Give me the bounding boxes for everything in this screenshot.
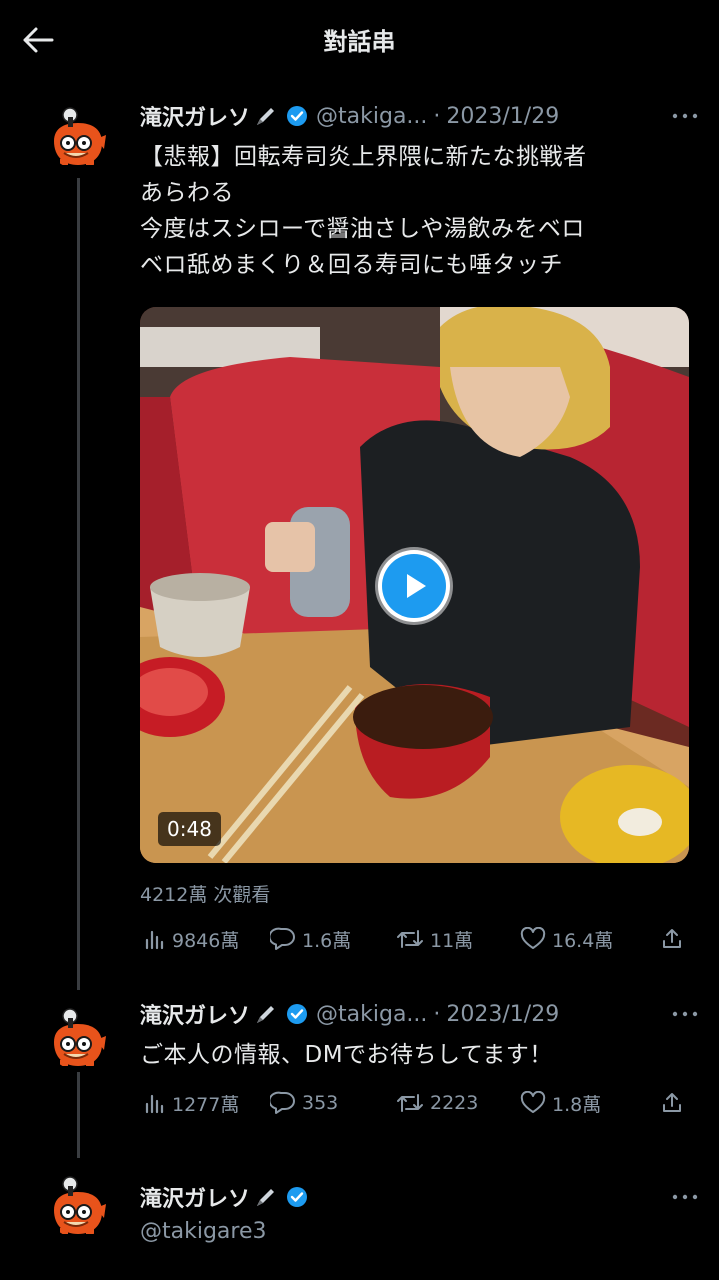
retweet-count: 11萬 [430,929,474,952]
view-count: 4212萬 次觀看 [140,884,271,906]
tweet-header: 滝沢ガレソ @takiga... · 2023/1/29 [140,997,559,1031]
reply-bubble-icon [270,1091,295,1114]
verified-badge-icon [286,1003,308,1025]
thread-connector [77,178,80,990]
pen-icon [254,104,278,128]
retweet-button[interactable]: 2223 [396,1085,478,1121]
avatar[interactable] [46,105,110,169]
avatar[interactable] [46,1174,110,1238]
display-name[interactable]: 滝沢ガレソ [140,100,250,132]
analytics-count: 9846萬 [172,929,240,952]
reply-button[interactable]: 1.6萬 [270,921,351,957]
tweet-header: 滝沢ガレソ @takiga... · 2023/1/29 [140,99,559,133]
reply-bubble-icon [270,927,295,950]
more-dots-icon [672,1011,698,1017]
action-bar: 9846萬 1.6萬 11萬 16.4萬 [140,921,700,957]
share-button[interactable] [660,921,684,957]
separator-dot: · [433,103,441,129]
like-count: 1.8萬 [552,1093,602,1116]
play-icon [382,554,446,618]
handle[interactable]: @takiga... [316,1002,427,1027]
tweet-text-line: 今度はスシローで醤油さしや湯飲みをベロ [140,216,585,242]
tweet-date[interactable]: 2023/1/29 [446,104,559,129]
more-dots-icon [672,1194,698,1200]
share-icon [663,929,681,948]
tweet-text-line: ご本人の情報、DMでお待ちしてます！ [140,1042,553,1068]
separator-dot: · [433,1001,441,1027]
tweet-text: 【悲報】回転寿司炎上界隈に新たな挑戦者 あらわる 今度はスシローで醤油さしや湯飲… [140,139,700,283]
bar-chart-icon [145,1094,164,1114]
video-player[interactable]: 0:48 [140,307,689,863]
verified-badge-icon [286,105,308,127]
more-button[interactable] [668,999,702,1029]
reply-count: 353 [302,1092,339,1114]
heart-icon [520,1091,546,1113]
pen-icon [254,1002,278,1026]
reply-button[interactable]: 353 [270,1085,338,1121]
thread-connector [77,1072,80,1158]
share-icon [663,1093,681,1112]
more-button[interactable] [668,1182,702,1212]
verified-badge-icon [286,1186,308,1208]
reply-count: 1.6萬 [302,929,352,952]
tweet-text-line: あらわる [140,180,234,206]
analytics-count: 1277萬 [172,1093,240,1116]
retweet-button[interactable]: 11萬 [396,921,473,957]
analytics-button[interactable]: 1277萬 [144,1085,239,1121]
like-button[interactable]: 16.4萬 [520,921,613,957]
tweet-text-line: 【悲報】回転寿司炎上界隈に新たな挑戦者 [140,144,587,170]
display-name[interactable]: 滝沢ガレソ [140,998,250,1030]
like-button[interactable]: 1.8萬 [520,1085,601,1121]
more-dots-icon [672,113,698,119]
handle-row: @takigare3 [140,1214,267,1248]
action-bar: 1277萬 353 2223 1.8萬 [140,1085,700,1121]
handle[interactable]: @takigare3 [140,1219,267,1244]
tweet-date[interactable]: 2023/1/29 [446,1002,559,1027]
analytics-button[interactable]: 9846萬 [144,921,239,957]
tweet-text: ご本人の情報、DMでお待ちしてます！ [140,1037,700,1073]
top-bar: 對話串 [0,0,719,82]
heart-icon [520,927,546,949]
share-button[interactable] [660,1085,684,1121]
avatar[interactable] [46,1006,110,1070]
pen-icon [254,1185,278,1209]
retweet-count: 2223 [430,1092,479,1114]
play-button[interactable] [378,550,450,622]
bar-chart-icon [145,930,164,950]
retweet-icon [397,1094,423,1112]
display-name[interactable]: 滝沢ガレソ [140,1181,250,1213]
handle[interactable]: @takiga... [316,104,427,129]
like-count: 16.4萬 [552,929,614,952]
more-button[interactable] [668,101,702,131]
retweet-icon [397,930,423,948]
tweet-text-line: ベロ舐めまくり＆回る寿司にも唾タッチ [140,252,563,278]
video-duration: 0:48 [158,812,221,846]
page-title: 對話串 [323,28,396,56]
tweet-header: 滝沢ガレソ [140,1180,308,1214]
